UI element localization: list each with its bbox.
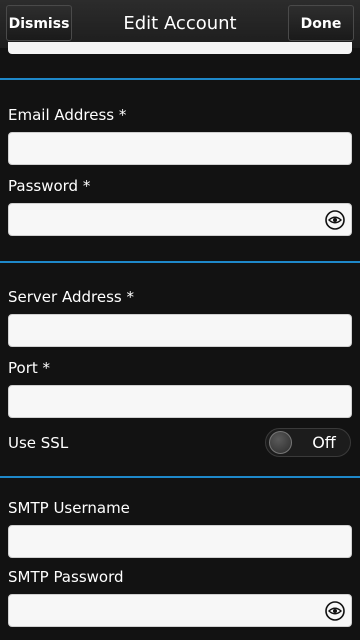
smtp-username-label: SMTP Username (8, 499, 130, 517)
section-divider (0, 78, 360, 80)
ssl-toggle[interactable]: Off (265, 428, 351, 457)
dismiss-button[interactable]: Dismiss (6, 5, 72, 41)
section-divider (0, 476, 360, 478)
smtp-password-label: SMTP Password (8, 568, 124, 586)
toggle-state-label: Off (312, 433, 336, 452)
port-field[interactable] (8, 385, 352, 418)
password-field[interactable] (8, 203, 352, 236)
email-label: Email Address * (8, 106, 127, 124)
previous-field[interactable] (8, 42, 352, 54)
port-label: Port * (8, 359, 51, 377)
server-address-field[interactable] (8, 314, 352, 347)
title-bar: Dismiss Edit Account Done (0, 0, 360, 48)
use-ssl-label: Use SSL (8, 434, 69, 452)
eye-icon[interactable] (325, 601, 345, 621)
eye-icon[interactable] (325, 210, 345, 230)
section-divider (0, 261, 360, 263)
smtp-password-field[interactable] (8, 594, 352, 627)
smtp-username-field[interactable] (8, 525, 352, 558)
page-title: Edit Account (123, 13, 237, 34)
password-label: Password * (8, 177, 91, 195)
server-address-label: Server Address * (8, 288, 134, 306)
done-button[interactable]: Done (288, 5, 354, 41)
email-field[interactable] (8, 132, 352, 165)
toggle-knob[interactable] (269, 431, 292, 454)
